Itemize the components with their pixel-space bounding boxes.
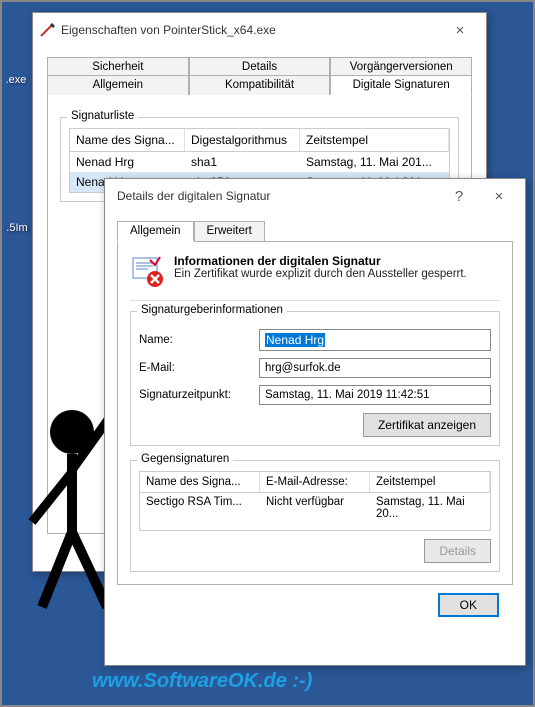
app-icon (39, 22, 55, 38)
countersignatures-group: Gegensignaturen Name des Signa... E-Mail… (130, 460, 500, 572)
properties-title: Eigenschaften von PointerStick_x64.exe (61, 23, 440, 37)
email-field[interactable]: hrg@surfok.de (259, 358, 491, 378)
properties-titlebar[interactable]: Eigenschaften von PointerStick_x64.exe × (33, 13, 486, 47)
tab-details[interactable]: Details (189, 57, 331, 76)
ccol-time[interactable]: Zeitstempel (370, 472, 490, 492)
info-title: Informationen der digitalen Signatur (174, 254, 467, 268)
certificate-error-icon (130, 254, 164, 288)
counter-row[interactable]: Sectigo RSA Tim... Nicht verfügbar Samst… (140, 493, 490, 523)
signature-list-label: Signaturliste (67, 110, 138, 122)
desktop-label-2: .5Im (2, 222, 32, 234)
tab-sicherheit[interactable]: Sicherheit (47, 57, 189, 76)
signtime-field[interactable]: Samstag, 11. Mai 2019 11:42:51 (259, 385, 491, 405)
details-titlebar[interactable]: Details der digitalen Signatur ? × (105, 179, 525, 213)
signtime-label: Signaturzeitpunkt: (139, 389, 259, 401)
name-field[interactable]: Nenad Hrg (259, 329, 491, 351)
tab-kompat[interactable]: Kompatibilität (189, 75, 331, 95)
email-label: E-Mail: (139, 362, 259, 374)
col-digest[interactable]: Digestalgorithmus (185, 129, 300, 151)
signature-list-header: Name des Signa... Digestalgorithmus Zeit… (69, 128, 450, 152)
signature-row[interactable]: Nenad Hrg sha1 Samstag, 11. Mai 201... (70, 152, 449, 172)
counter-list-header: Name des Signa... E-Mail-Adresse: Zeitst… (139, 471, 491, 493)
view-certificate-button[interactable]: Zertifikat anzeigen (363, 413, 491, 437)
properties-close-button[interactable]: × (440, 16, 480, 44)
ccol-name[interactable]: Name des Signa... (140, 472, 260, 492)
tab-row-2: Allgemein Kompatibilität Digitale Signat… (47, 75, 472, 95)
ok-button[interactable]: OK (438, 593, 499, 617)
ccol-email[interactable]: E-Mail-Adresse: (260, 472, 370, 492)
tab-row-1: Sicherheit Details Vorgängerversionen (47, 57, 472, 76)
signer-info-label: Signaturgeberinformationen (137, 304, 287, 316)
tab-allgemein-2[interactable]: Allgemein (117, 221, 194, 242)
countersignatures-label: Gegensignaturen (137, 453, 233, 465)
counter-list-body: Sectigo RSA Tim... Nicht verfügbar Samst… (139, 493, 491, 531)
details-close-button[interactable]: × (479, 182, 519, 210)
tab-vorganger[interactable]: Vorgängerversionen (330, 57, 472, 76)
name-label: Name: (139, 334, 259, 346)
details-tab-panel: Informationen der digitalen Signatur Ein… (117, 242, 513, 585)
tab-digsig[interactable]: Digitale Signaturen (330, 75, 472, 95)
details-help-button[interactable]: ? (439, 182, 479, 210)
details-button: Details (424, 539, 491, 563)
col-name[interactable]: Name des Signa... (70, 129, 185, 151)
info-text: Ein Zertifikat wurde explizit durch den … (174, 268, 467, 280)
watermark-text: www.SoftwareOK.de :-) (92, 670, 312, 693)
signature-details-dialog: Details der digitalen Signatur ? × Allge… (104, 178, 526, 666)
signer-info-group: Signaturgeberinformationen Name: Nenad H… (130, 311, 500, 446)
tab-erweitert[interactable]: Erweitert (194, 221, 265, 241)
tab-allgemein[interactable]: Allgemein (47, 75, 189, 95)
col-time[interactable]: Zeitstempel (300, 129, 449, 151)
desktop-label-1: .exe (2, 74, 30, 86)
details-title: Details der digitalen Signatur (111, 189, 439, 203)
